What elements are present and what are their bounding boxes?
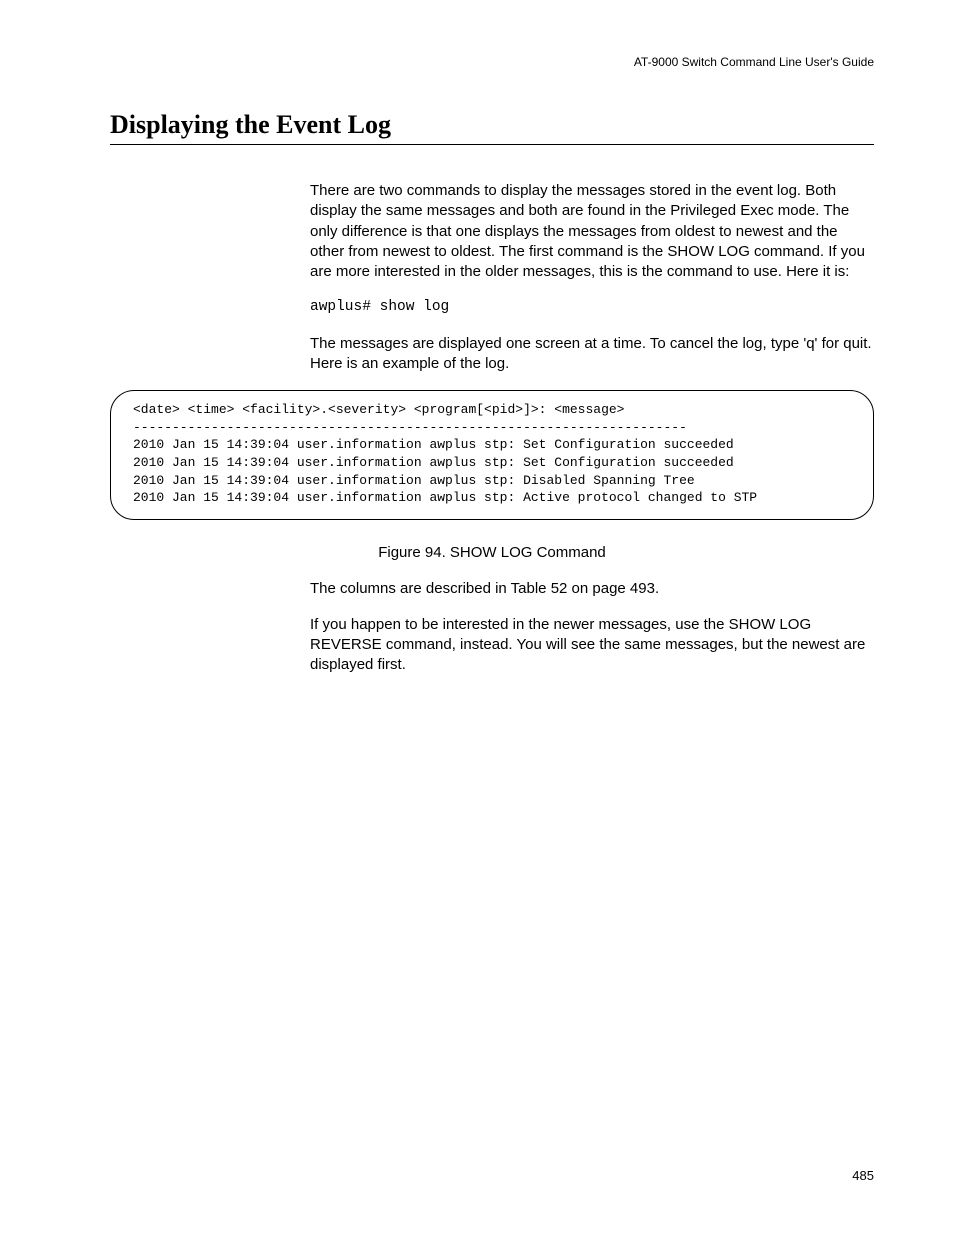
section-title: Displaying the Event Log xyxy=(110,110,874,145)
page-number: 485 xyxy=(852,1168,874,1183)
command-line: awplus# show log xyxy=(310,298,874,318)
terminal-output-box: <date> <time> <facility>.<severity> <pro… xyxy=(110,390,874,519)
body-column: There are two commands to display the me… xyxy=(310,181,874,374)
running-header: AT-9000 Switch Command Line User's Guide xyxy=(634,55,874,69)
body-column: The columns are described in Table 52 on… xyxy=(310,579,874,676)
paragraph: The columns are described in Table 52 on… xyxy=(310,579,874,599)
document-page: AT-9000 Switch Command Line User's Guide… xyxy=(0,0,954,1235)
paragraph: There are two commands to display the me… xyxy=(310,181,874,282)
paragraph: If you happen to be interested in the ne… xyxy=(310,615,874,676)
paragraph: The messages are displayed one screen at… xyxy=(310,334,874,375)
figure-caption: Figure 94. SHOW LOG Command xyxy=(110,544,874,561)
